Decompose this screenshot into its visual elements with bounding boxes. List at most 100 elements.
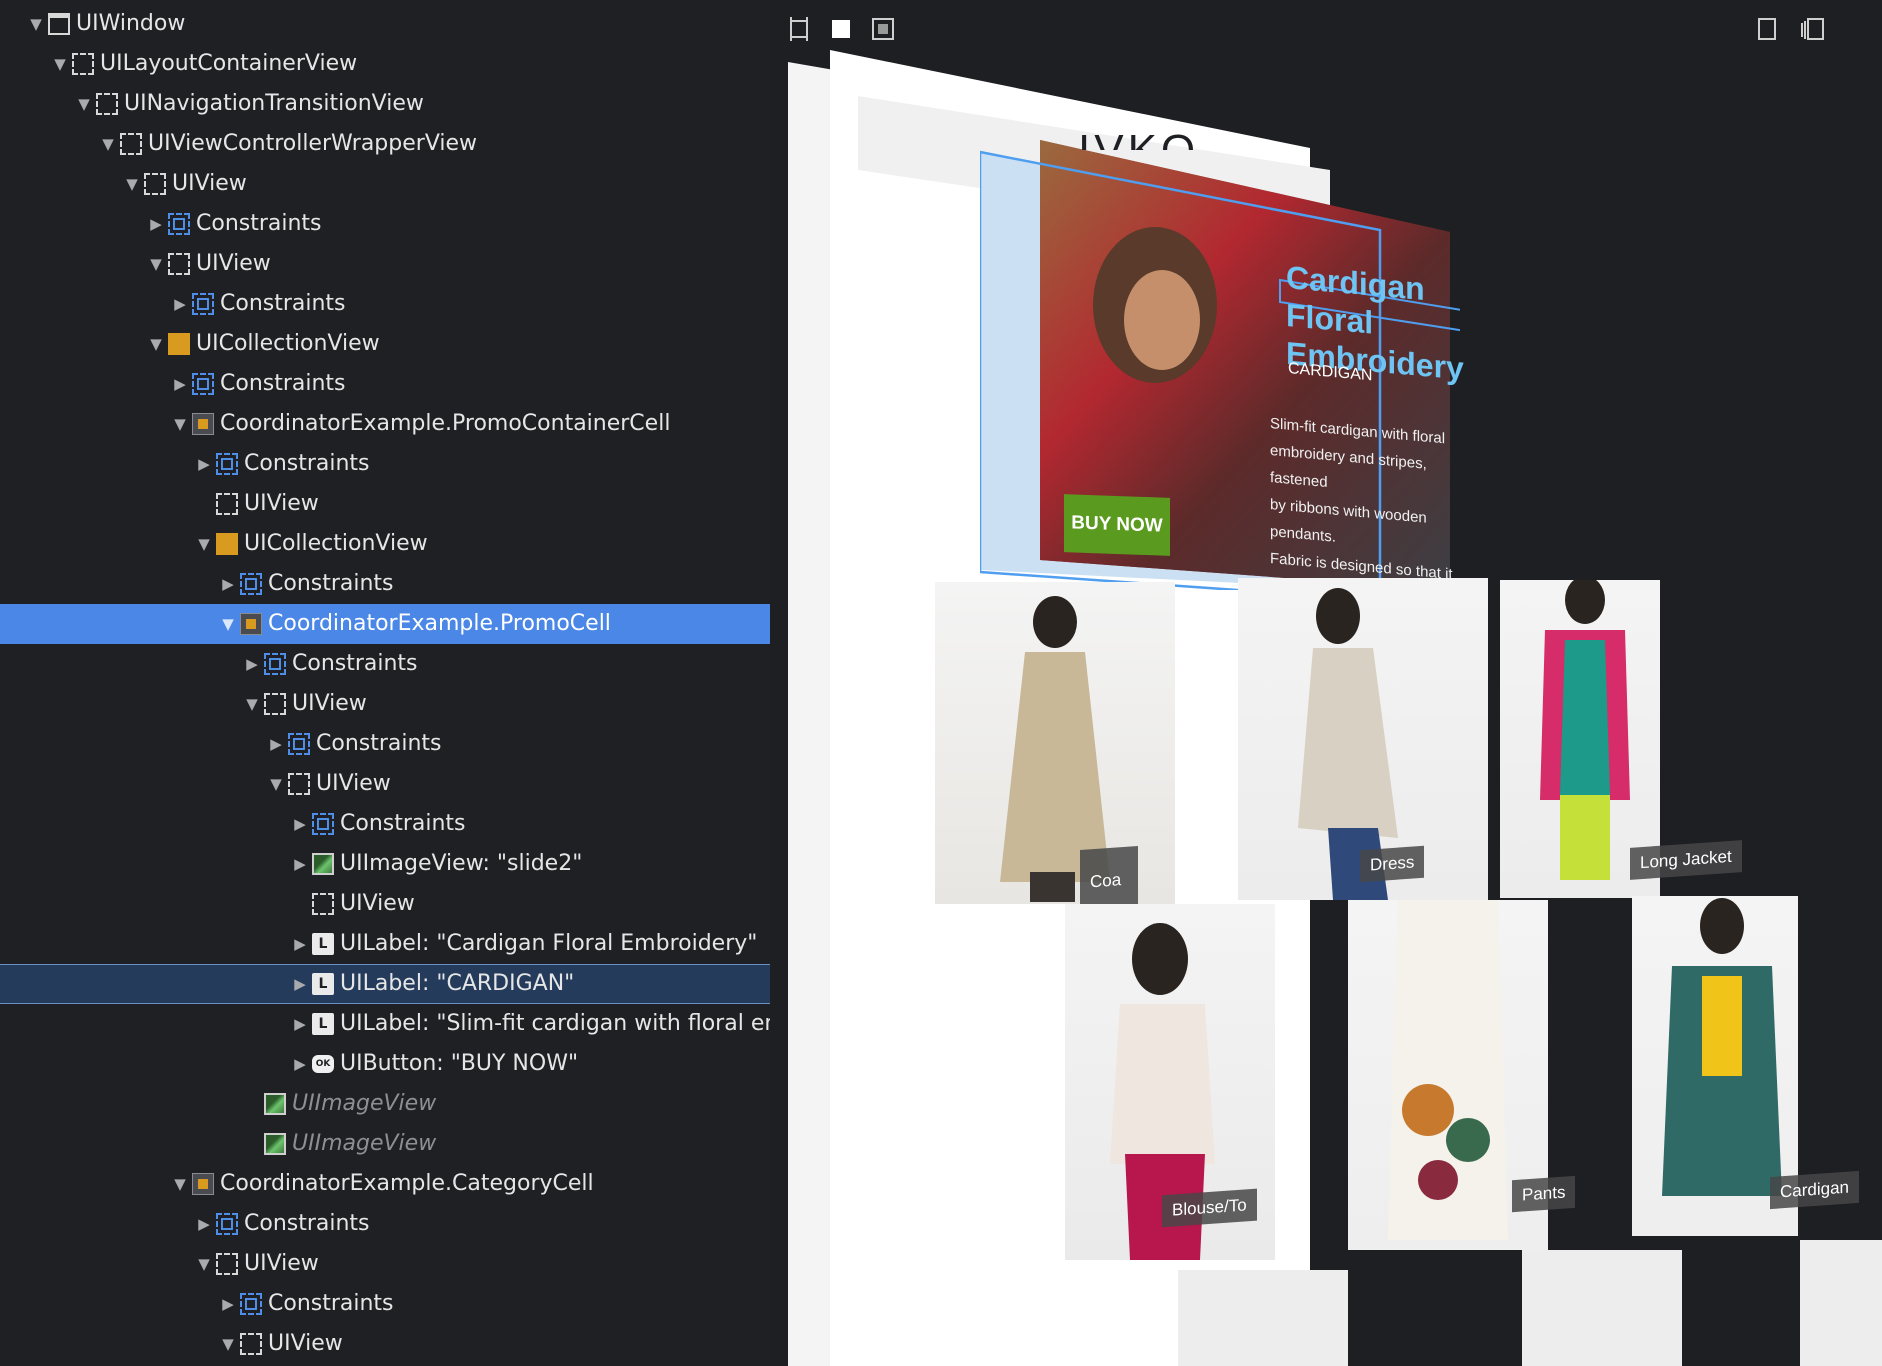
constraints-icon — [312, 813, 334, 835]
tree-row[interactable]: ▼ UIView — [0, 1244, 770, 1284]
tree-row[interactable]: ▼ UINavigationTransitionView — [0, 84, 770, 124]
tree-row[interactable]: ▶ L UILabel: "Cardigan Floral Embroidery" — [0, 924, 770, 964]
disclosure-closed-icon[interactable]: ▶ — [168, 372, 192, 396]
tree-row-label: Constraints — [244, 1211, 370, 1236]
tree-row-label: UIWindow — [76, 11, 186, 36]
view-icon — [96, 93, 118, 115]
tree-row[interactable]: ▼ UIViewControllerWrapperView — [0, 124, 770, 164]
disclosure-open-icon[interactable]: ▼ — [144, 332, 168, 356]
disclosure-open-icon[interactable]: ▼ — [120, 172, 144, 196]
tree-row[interactable]: ▶ L UILabel: "CARDIGAN" — [0, 964, 770, 1004]
tree-row[interactable]: ▼ UIView — [0, 1324, 770, 1364]
tree-row[interactable]: ▶ Constraints — [0, 804, 770, 844]
tree-row-label: CoordinatorExample.CategoryCell — [220, 1171, 594, 1196]
collection-cell-icon — [192, 413, 214, 435]
image-view-icon — [264, 1133, 286, 1155]
tree-row[interactable]: ▼ CoordinatorExample.PromoContainerCell — [0, 404, 770, 444]
disclosure-open-icon[interactable]: ▼ — [96, 132, 120, 156]
tree-row-label: UIView — [316, 771, 391, 796]
disclosure-closed-icon[interactable]: ▶ — [288, 852, 312, 876]
disclosure-closed-icon[interactable]: ▶ — [144, 212, 168, 236]
tree-row-label: UIView — [196, 251, 271, 276]
tree-row[interactable]: ▼ UIView — [0, 684, 770, 724]
tree-row-label: Constraints — [196, 211, 322, 236]
collection-view-icon — [168, 333, 190, 355]
category-thumb — [1800, 1240, 1882, 1366]
disclosure-closed-icon[interactable]: ▶ — [240, 652, 264, 676]
tree-row-label: UIView — [340, 891, 415, 916]
disclosure-closed-icon[interactable]: ▶ — [264, 732, 288, 756]
view-canvas[interactable]: Cardigan Floral Embroidery CARDIGAN Slim… — [770, 0, 1882, 1366]
disclosure-open-icon[interactable]: ▼ — [264, 772, 288, 796]
disclosure-open-icon[interactable]: ▼ — [144, 252, 168, 276]
tree-row[interactable]: ▼ UIView — [0, 164, 770, 204]
tree-row[interactable]: ▼ UICollectionView — [0, 524, 770, 564]
tree-row[interactable]: ▶ Constraints — [0, 364, 770, 404]
tree-row-label: UILabel: "Slim-fit cardigan with floral … — [340, 1011, 770, 1036]
disclosure-closed-icon[interactable]: ▶ — [168, 292, 192, 316]
tree-row-label: UILabel: "CARDIGAN" — [340, 971, 575, 996]
tree-row-label: UIButton: "BUY NOW" — [340, 1051, 579, 1076]
tree-row[interactable]: ▶ Constraints — [0, 564, 770, 604]
tree-row[interactable]: ▶ Constraints — [0, 444, 770, 484]
tree-row[interactable]: ▶ L UILabel: "Slim-fit cardigan with flora… — [0, 1004, 770, 1044]
collection-cell-icon — [240, 613, 262, 635]
disclosure-closed-icon[interactable]: ▶ — [216, 1292, 240, 1316]
tree-row[interactable]: ▼ UIView — [0, 244, 770, 284]
tree-row[interactable]: ▼ CoordinatorExample.PromoCell — [0, 604, 770, 644]
label-icon: L — [312, 1013, 334, 1035]
view-icon — [312, 893, 334, 915]
tree-row[interactable]: ▶ Constraints — [0, 724, 770, 764]
category-thumb — [1522, 1250, 1682, 1366]
label-icon: L — [312, 973, 334, 995]
disclosure-closed-icon[interactable]: ▶ — [288, 972, 312, 996]
disclosure-closed-icon[interactable]: ▶ — [288, 812, 312, 836]
tree-row[interactable]: ▶ OK UIButton: "BUY NOW" — [0, 1044, 770, 1084]
tree-row[interactable]: ▶ Constraints — [0, 204, 770, 244]
constraints-icon — [288, 733, 310, 755]
disclosure-closed-icon[interactable]: ▶ — [192, 452, 216, 476]
tree-row[interactable]: ▶ UIImageView: "slide2" — [0, 844, 770, 884]
category-label: Cardigan — [1770, 1170, 1859, 1210]
tree-row[interactable]: ▶ Constraints — [0, 1284, 770, 1324]
disclosure-open-icon[interactable]: ▼ — [168, 1172, 192, 1196]
disclosure-open-icon[interactable]: ▼ — [168, 412, 192, 436]
disclosure-open-icon[interactable]: ▼ — [48, 52, 72, 76]
tree-row[interactable]: ▼ UILayoutContainerView — [0, 44, 770, 84]
tree-row[interactable]: ▶ Constraints — [0, 1204, 770, 1244]
category-label: Blouse/To — [1162, 1188, 1257, 1228]
disclosure-open-icon[interactable]: ▼ — [72, 92, 96, 116]
category-thumb — [1178, 1270, 1348, 1366]
disclosure-closed-icon[interactable]: ▶ — [288, 1052, 312, 1076]
disclosure-open-icon[interactable]: ▼ — [240, 692, 264, 716]
constraints-icon — [192, 373, 214, 395]
disclosure-closed-icon[interactable]: ▶ — [288, 1012, 312, 1036]
tree-row[interactable]: UIImageView — [0, 1124, 770, 1164]
disclosure-closed-icon[interactable]: ▶ — [216, 572, 240, 596]
tree-row[interactable]: ▶ Constraints — [0, 284, 770, 324]
tree-row[interactable]: ▼ UIWindow — [0, 4, 770, 44]
tree-row[interactable]: ▼ UICollectionView — [0, 324, 770, 364]
disclosure-open-icon[interactable]: ▼ — [192, 532, 216, 556]
buy-now-button[interactable]: BUY NOW — [1064, 494, 1170, 556]
disclosure-closed-icon[interactable]: ▶ — [192, 1212, 216, 1236]
tree-row[interactable]: ▼ UIView — [0, 764, 770, 804]
image-view-icon — [264, 1093, 286, 1115]
tree-row[interactable]: ▼ CoordinatorExample.CategoryCell — [0, 1164, 770, 1204]
tree-row-label: CoordinatorExample.PromoCell — [268, 611, 611, 636]
disclosure-open-icon[interactable]: ▼ — [216, 612, 240, 636]
tree-row-label: Constraints — [292, 651, 418, 676]
tree-row[interactable]: UIView — [0, 484, 770, 524]
tree-row-label: UIView — [172, 171, 247, 196]
view-hierarchy-pane[interactable]: ▼ UIWindow ▼ UILayoutContainerView ▼ UINaviga… — [0, 0, 770, 1366]
tree-row[interactable]: UIView — [0, 884, 770, 924]
disclosure-open-icon[interactable]: ▼ — [216, 1332, 240, 1356]
tree-row-label: UINavigationTransitionView — [124, 91, 424, 116]
tree-row[interactable]: UIImageView — [0, 1084, 770, 1124]
disclosure-open-icon[interactable]: ▼ — [24, 12, 48, 36]
disclosure-open-icon[interactable]: ▼ — [192, 1252, 216, 1276]
disclosure-closed-icon[interactable]: ▶ — [288, 932, 312, 956]
tree-row[interactable]: ▶ Constraints — [0, 644, 770, 684]
constraints-icon — [216, 1213, 238, 1235]
